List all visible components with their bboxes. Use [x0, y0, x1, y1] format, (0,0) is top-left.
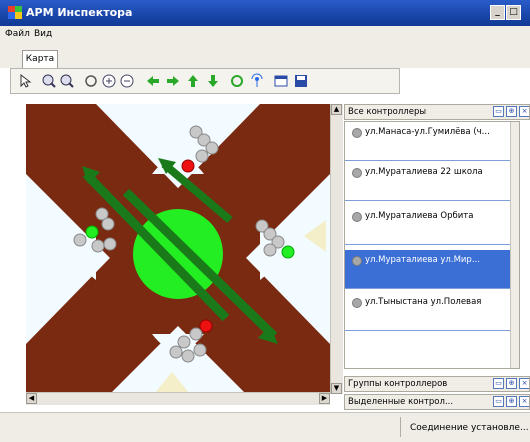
status-dot-icon: [352, 212, 362, 222]
cursor-icon[interactable]: [17, 73, 33, 89]
list-item[interactable]: ул.Мураталиева 22 школа: [345, 162, 510, 201]
arrow-up-icon[interactable]: [185, 73, 201, 89]
status-separator: [400, 417, 401, 437]
list-item[interactable]: ул.Манаса-ул.Гумилёва (ч...: [345, 122, 510, 161]
status-dot-icon: [352, 256, 362, 266]
controllers-panel-title: Все контроллеры: [348, 107, 427, 117]
tab-map[interactable]: Карта: [22, 50, 58, 68]
pedestrian-zone-bottom: [154, 372, 190, 394]
panel-float-icon[interactable]: ▭: [493, 396, 504, 407]
list-scrollbar[interactable]: [510, 122, 519, 368]
arrow-left-icon[interactable]: [145, 73, 161, 89]
panel-close-icon[interactable]: ×: [519, 106, 529, 117]
maximize-button[interactable]: □: [506, 5, 521, 20]
connection-status: Соединение установле...: [410, 423, 529, 433]
panel-float-icon[interactable]: ▭: [493, 378, 504, 389]
zoom-minus-icon[interactable]: [119, 73, 135, 89]
panel-float-icon[interactable]: ▭: [493, 106, 504, 117]
groups-panel-header[interactable]: Группы контроллеров ▭ ⊕ ×: [344, 376, 530, 392]
rotate-icon[interactable]: [83, 73, 99, 89]
zoom-in-icon[interactable]: [41, 73, 57, 89]
groups-panel-title: Группы контроллеров: [348, 379, 448, 389]
window-title: АРМ Инспектора: [26, 6, 133, 19]
controllers-list: ул.Манаса-ул.Гумилёва (ч... ул.Мураталие…: [344, 121, 520, 369]
menu-bar: Файл Вид: [0, 26, 530, 45]
pedestrian-zone-right: [304, 220, 326, 252]
arrow-down-icon[interactable]: [205, 73, 221, 89]
menu-view[interactable]: Вид: [34, 29, 52, 39]
menu-file[interactable]: Файл: [5, 29, 30, 39]
scroll-left-icon[interactable]: ◀: [26, 393, 37, 404]
map-toolbar: [10, 68, 400, 94]
map-horizontal-scrollbar[interactable]: ◀ ▶: [26, 392, 330, 405]
scroll-up-icon[interactable]: ▲: [331, 104, 342, 115]
save-icon[interactable]: [293, 73, 309, 89]
list-item[interactable]: ул.Мураталиева Орбита: [345, 206, 510, 245]
zoom-plus-icon[interactable]: [101, 73, 117, 89]
panel-pin-icon[interactable]: ⊕: [506, 106, 517, 117]
tab-strip: Карта: [0, 44, 530, 68]
status-bar: Соединение установле...: [0, 412, 530, 442]
controllers-panel-header: Все контроллеры ▭ ⊕ ×: [344, 104, 530, 120]
window-icon[interactable]: [273, 73, 289, 89]
panel-close-icon[interactable]: ×: [519, 378, 529, 389]
zoom-out-icon[interactable]: [59, 73, 75, 89]
selected-panel-header[interactable]: Выделенные контрол... ▭ ⊕ ×: [344, 394, 530, 410]
map-vertical-scrollbar[interactable]: ▲ ▼: [330, 104, 343, 394]
panel-pin-icon[interactable]: ⊕: [506, 396, 517, 407]
refresh-icon[interactable]: [229, 73, 245, 89]
status-dot-icon: [352, 168, 362, 178]
list-item-selected[interactable]: ул.Мураталиева ул.Мир...: [345, 250, 510, 289]
map-canvas: [26, 104, 330, 404]
panel-pin-icon[interactable]: ⊕: [506, 378, 517, 389]
list-item[interactable]: ул.Тыныстана ул.Полевая: [345, 292, 510, 331]
scroll-down-icon[interactable]: ▼: [331, 383, 342, 394]
panel-close-icon[interactable]: ×: [519, 396, 529, 407]
selected-panel-title: Выделенные контрол...: [348, 397, 454, 407]
title-bar: АРМ Инспектора _ □: [0, 0, 530, 26]
app-icon: [8, 6, 22, 19]
arrow-right-icon[interactable]: [165, 73, 181, 89]
minimize-button[interactable]: _: [490, 5, 505, 20]
status-dot-icon: [352, 298, 362, 308]
scroll-right-icon[interactable]: ▶: [319, 393, 330, 404]
antenna-icon[interactable]: [249, 73, 265, 89]
status-dot-icon: [352, 128, 362, 138]
intersection-center: [133, 209, 223, 299]
intersection-map[interactable]: [26, 104, 330, 404]
